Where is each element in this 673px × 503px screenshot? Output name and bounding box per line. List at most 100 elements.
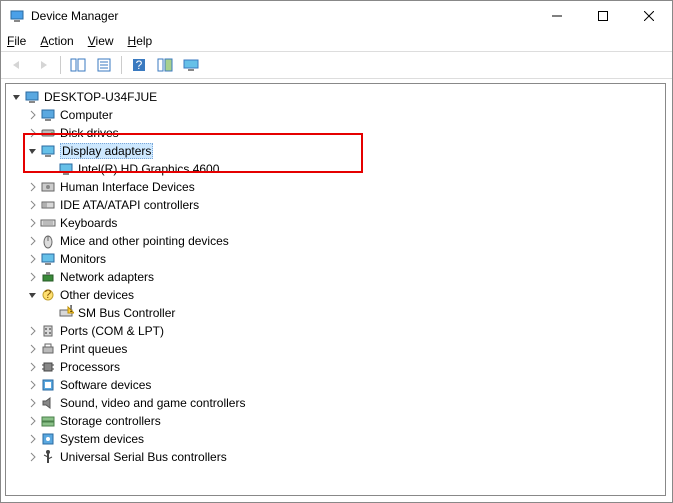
storage-icon [40, 413, 56, 429]
node-label: Universal Serial Bus controllers [60, 450, 227, 464]
tree-node[interactable]: Processors [8, 358, 663, 376]
close-button[interactable] [626, 1, 672, 31]
node-label: Sound, video and game controllers [60, 396, 245, 410]
chevron-right-icon[interactable] [26, 360, 40, 374]
svg-text:?: ? [136, 58, 143, 72]
tree-node[interactable]: Sound, video and game controllers [8, 394, 663, 412]
other-icon: ? [40, 287, 56, 303]
tree-node[interactable]: Print queues [8, 340, 663, 358]
node-label: Ports (COM & LPT) [60, 324, 164, 338]
chevron-right-icon[interactable] [26, 396, 40, 410]
chevron-down-icon[interactable] [26, 144, 40, 158]
chevron-right-icon[interactable] [26, 234, 40, 248]
node-label: Human Interface Devices [60, 180, 195, 194]
chevron-right-icon[interactable] [26, 432, 40, 446]
tree-node[interactable]: Computer [8, 106, 663, 124]
separator [60, 56, 61, 74]
monitor-icon-button[interactable] [179, 54, 203, 76]
tree-node[interactable]: Universal Serial Bus controllers [8, 448, 663, 466]
chevron-down-icon[interactable] [26, 288, 40, 302]
tree-node[interactable]: Human Interface Devices [8, 178, 663, 196]
menu-file[interactable]: File [7, 34, 26, 48]
chevron-right-icon[interactable] [26, 414, 40, 428]
chevron-right-icon[interactable] [26, 324, 40, 338]
monitor-icon [40, 143, 56, 159]
chevron-right-icon[interactable] [26, 216, 40, 230]
app-icon [9, 8, 25, 24]
node-label: Print queues [60, 342, 127, 356]
root-label: DESKTOP-U34FJUE [44, 90, 157, 104]
unknown-icon: ! [58, 305, 74, 321]
help-button[interactable]: ? [127, 54, 151, 76]
properties-button[interactable] [92, 54, 116, 76]
tree-node[interactable]: Ports (COM & LPT) [8, 322, 663, 340]
port-icon [40, 323, 56, 339]
chevron-right-icon[interactable] [26, 180, 40, 194]
tree-node[interactable]: Mice and other pointing devices [8, 232, 663, 250]
node-label: Disk drives [60, 126, 119, 140]
svg-text:!: ! [69, 305, 72, 315]
menu-view[interactable]: View [88, 34, 114, 48]
svg-text:?: ? [45, 287, 52, 301]
maximize-button[interactable] [580, 1, 626, 31]
chevron-right-icon[interactable] [26, 450, 40, 464]
disk-icon [40, 125, 56, 141]
node-label: Display adapters [60, 143, 153, 159]
tree-leaf[interactable]: ! SM Bus Controller [8, 304, 663, 322]
tree-leaf[interactable]: Intel(R) HD Graphics 4600 [8, 160, 663, 178]
cpu-icon [40, 359, 56, 375]
chevron-right-icon[interactable] [26, 252, 40, 266]
ide-icon [40, 197, 56, 213]
forward-button[interactable] [31, 54, 55, 76]
software-icon [40, 377, 56, 393]
system-icon [40, 431, 56, 447]
show-hide-tree-button[interactable] [66, 54, 90, 76]
minimize-button[interactable] [534, 1, 580, 31]
chevron-right-icon[interactable] [26, 378, 40, 392]
tree-node[interactable]: Display adapters [8, 142, 663, 160]
mouse-icon [40, 233, 56, 249]
leaf-label: SM Bus Controller [78, 306, 175, 320]
node-label: Processors [60, 360, 120, 374]
tree-node[interactable]: Network adapters [8, 268, 663, 286]
usb-icon [40, 449, 56, 465]
tree-node[interactable]: Monitors [8, 250, 663, 268]
scan-hardware-button[interactable] [153, 54, 177, 76]
monitor-icon [40, 251, 56, 267]
computer-icon [24, 89, 40, 105]
tree-node[interactable]: Software devices [8, 376, 663, 394]
computer-icon [40, 107, 56, 123]
monitor-icon [58, 161, 74, 177]
node-label: System devices [60, 432, 144, 446]
chevron-right-icon[interactable] [26, 126, 40, 140]
tree-root[interactable]: DESKTOP-U34FJUE [8, 88, 663, 106]
print-icon [40, 341, 56, 357]
tree-node[interactable]: Keyboards [8, 214, 663, 232]
back-button[interactable] [5, 54, 29, 76]
hid-icon [40, 179, 56, 195]
node-label: Network adapters [60, 270, 154, 284]
tree-node[interactable]: Storage controllers [8, 412, 663, 430]
title-bar: Device Manager [1, 1, 672, 31]
node-label: Other devices [60, 288, 134, 302]
node-label: Software devices [60, 378, 151, 392]
chevron-right-icon[interactable] [26, 270, 40, 284]
tree-node[interactable]: System devices [8, 430, 663, 448]
tree-node[interactable]: ? Other devices [8, 286, 663, 304]
node-label: Monitors [60, 252, 106, 266]
node-label: Mice and other pointing devices [60, 234, 229, 248]
tree-node[interactable]: IDE ATA/ATAPI controllers [8, 196, 663, 214]
separator [121, 56, 122, 74]
menu-help[interactable]: Help [128, 34, 153, 48]
menu-action[interactable]: Action [40, 34, 73, 48]
chevron-down-icon[interactable] [10, 90, 24, 104]
chevron-right-icon[interactable] [26, 108, 40, 122]
sound-icon [40, 395, 56, 411]
node-label: Keyboards [60, 216, 117, 230]
device-tree-panel: DESKTOP-U34FJUE Computer Disk drives Displa… [5, 83, 666, 496]
chevron-right-icon[interactable] [26, 342, 40, 356]
leaf-label: Intel(R) HD Graphics 4600 [78, 162, 219, 176]
chevron-right-icon[interactable] [26, 198, 40, 212]
tree-node[interactable]: Disk drives [8, 124, 663, 142]
node-label: Storage controllers [60, 414, 161, 428]
